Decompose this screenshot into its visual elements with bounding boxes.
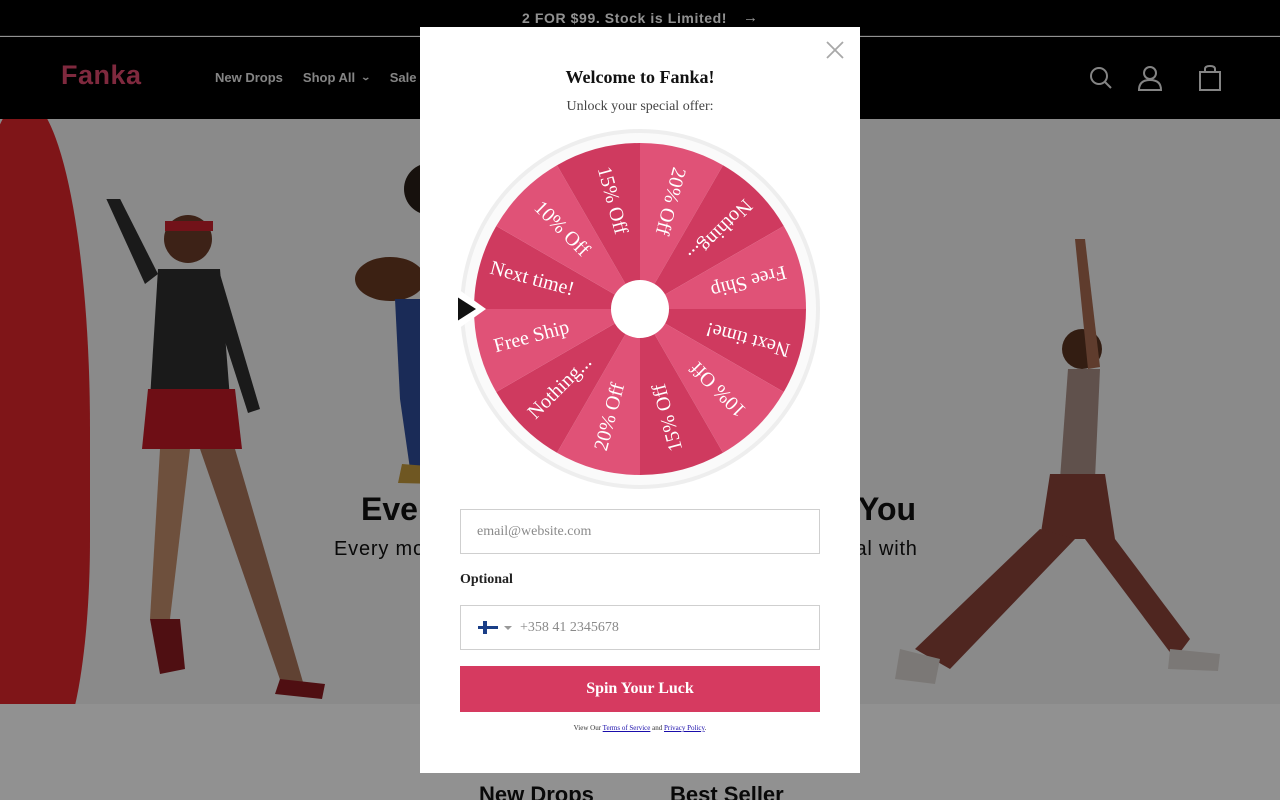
privacy-link[interactable]: Privacy Policy [664,724,705,732]
terms-and: and [652,724,663,732]
phone-field[interactable] [460,605,820,650]
country-dropdown-caret-icon[interactable] [504,625,512,630]
terms-suffix: . [704,724,707,732]
close-icon[interactable] [824,39,846,61]
spin-wheel-popup: Welcome to Fanka! Unlock your special of… [420,27,860,773]
terms-link[interactable]: Terms of Service [603,724,651,732]
email-field[interactable] [460,509,820,554]
popup-title: Welcome to Fanka! [565,67,715,87]
optional-label: Optional [460,572,513,587]
spin-button[interactable]: Spin Your Luck [460,666,820,712]
phone-input[interactable] [520,607,800,648]
prize-wheel[interactable]: 20% OffNothing...Free ShipNext time!10% … [458,127,822,491]
popup-subtitle: Unlock your special offer: [566,99,714,114]
terms-prefix: View Our [573,724,602,732]
wheel-hub [611,280,669,338]
finland-flag-icon[interactable] [478,621,498,634]
terms-text: View Our Terms of Service and Privacy Po… [420,724,860,732]
